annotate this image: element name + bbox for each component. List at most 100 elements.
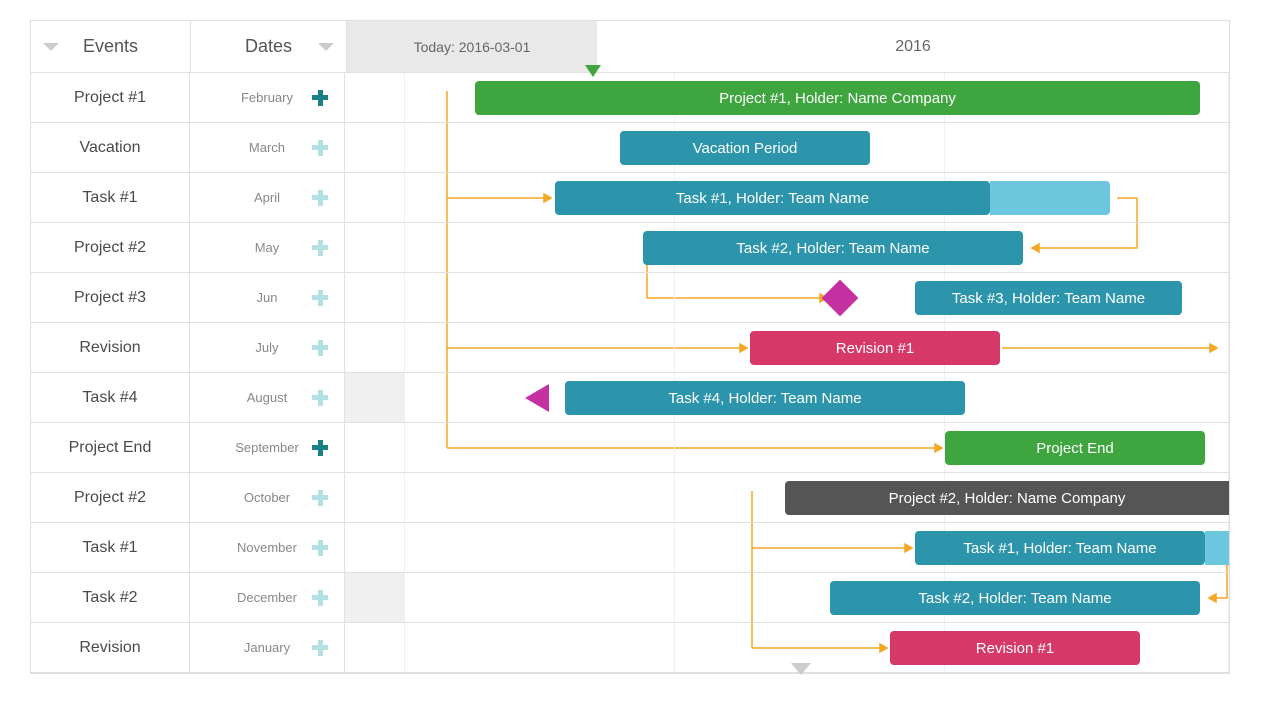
event-cell: Project #2 <box>31 473 190 522</box>
bar-task-1b[interactable]: Task #1, Holder: Team Name <box>915 531 1205 565</box>
gantt-row: Task #2 December Task #2, Holder: Team N… <box>31 573 1229 623</box>
date-cell: April <box>190 173 345 222</box>
date-label: Jun <box>257 290 278 305</box>
date-label: July <box>255 340 278 355</box>
header-events-label: Events <box>83 36 138 57</box>
gantt-row: Vacation March Vacation Period <box>31 123 1229 173</box>
date-label: October <box>244 490 290 505</box>
event-cell: Task #4 <box>31 373 190 422</box>
event-label: Task #1 <box>82 539 137 557</box>
bar-task-1b-ext[interactable] <box>1205 531 1229 565</box>
gantt-row: Project End September Project End <box>31 423 1229 473</box>
plus-icon[interactable] <box>312 90 328 106</box>
event-cell: Task #1 <box>31 523 190 572</box>
date-label: February <box>241 90 293 105</box>
event-cell: Task #2 <box>31 573 190 622</box>
plus-icon[interactable] <box>312 140 328 156</box>
plus-icon[interactable] <box>312 490 328 506</box>
bar-revision-1b[interactable]: Revision #1 <box>890 631 1140 665</box>
timeline-cell: Task #2, Holder: Team Name <box>345 573 1229 622</box>
event-cell: Vacation <box>31 123 190 172</box>
header-timeline: Today: 2016-03-01 2016 <box>347 21 1229 72</box>
date-cell: January <box>190 623 345 672</box>
event-cell: Revision <box>31 623 190 672</box>
date-cell: February <box>190 73 345 122</box>
event-cell: Task #1 <box>31 173 190 222</box>
date-label: August <box>247 390 287 405</box>
gantt-row: Task #1 April Task #1, Holder: Team Name <box>31 173 1229 223</box>
event-label: Project End <box>69 439 152 457</box>
date-cell: Jun <box>190 273 345 322</box>
gantt-row: Project #3 Jun Task #3, Holder: Team Nam… <box>31 273 1229 323</box>
gantt-row: Task #1 November Task #1, Holder: Team N… <box>31 523 1229 573</box>
triangle-left-icon[interactable] <box>525 384 549 412</box>
event-label: Project #1 <box>74 89 146 107</box>
gantt-row: Revision July Revision #1 <box>31 323 1229 373</box>
plus-icon[interactable] <box>312 290 328 306</box>
date-cell: December <box>190 573 345 622</box>
gantt-row: Task #4 August Task #4, Holder: Team Nam… <box>31 373 1229 423</box>
chevron-down-icon[interactable] <box>791 663 811 675</box>
date-label: December <box>237 590 297 605</box>
event-label: Task #1 <box>82 189 137 207</box>
event-cell: Project End <box>31 423 190 472</box>
date-label: May <box>255 240 280 255</box>
bar-task-4[interactable]: Task #4, Holder: Team Name <box>565 381 965 415</box>
bar-project-1[interactable]: Project #1, Holder: Name Company <box>475 81 1200 115</box>
bar-project-2b[interactable]: Project #2, Holder: Name Company <box>785 481 1229 515</box>
bar-vacation[interactable]: Vacation Period <box>620 131 870 165</box>
bar-task-2[interactable]: Task #2, Holder: Team Name <box>643 231 1023 265</box>
plus-icon[interactable] <box>312 240 328 256</box>
event-label: Revision <box>79 639 140 657</box>
plus-icon[interactable] <box>312 640 328 656</box>
date-cell: May <box>190 223 345 272</box>
date-label: March <box>249 140 285 155</box>
header-dates[interactable]: Dates <box>191 21 347 72</box>
bar-task-3[interactable]: Task #3, Holder: Team Name <box>915 281 1182 315</box>
chevron-down-icon[interactable] <box>318 43 334 51</box>
plus-icon[interactable] <box>312 440 328 456</box>
header-events[interactable]: Events <box>31 21 191 72</box>
date-cell: July <box>190 323 345 372</box>
bar-task-1[interactable]: Task #1, Holder: Team Name <box>555 181 990 215</box>
event-label: Project #2 <box>74 239 146 257</box>
timeline-cell: Project #1, Holder: Name Company <box>345 73 1229 122</box>
date-cell: November <box>190 523 345 572</box>
today-cell: Today: 2016-03-01 <box>347 21 597 72</box>
date-label: November <box>237 540 297 555</box>
chevron-down-icon[interactable] <box>43 43 59 51</box>
timeline-cell: Task #2, Holder: Team Name <box>345 223 1229 272</box>
date-label: April <box>254 190 280 205</box>
event-label: Task #2 <box>82 589 137 607</box>
timeline-cell: Task #4, Holder: Team Name <box>345 373 1229 422</box>
bar-revision-1[interactable]: Revision #1 <box>750 331 1000 365</box>
plus-icon[interactable] <box>312 540 328 556</box>
header-dates-label: Dates <box>245 36 292 57</box>
bar-task-2b[interactable]: Task #2, Holder: Team Name <box>830 581 1200 615</box>
timeline-cell: Vacation Period <box>345 123 1229 172</box>
timeline-cell: Task #1, Holder: Team Name <box>345 523 1229 572</box>
timeline-cell: Revision #1 <box>345 323 1229 372</box>
date-cell: September <box>190 423 345 472</box>
plus-icon[interactable] <box>312 340 328 356</box>
gantt-chart: Events Dates Today: 2016-03-01 2016 <box>30 20 1230 674</box>
header-row: Events Dates Today: 2016-03-01 2016 <box>31 21 1229 73</box>
date-label: January <box>244 640 290 655</box>
plus-icon[interactable] <box>312 190 328 206</box>
timeline-cell: Project End <box>345 423 1229 472</box>
gantt-row: Project #1 February Project #1, Holder: … <box>31 73 1229 123</box>
gantt-row: Project #2 October Project #2, Holder: N… <box>31 473 1229 523</box>
bar-task-1-ext[interactable] <box>990 181 1110 215</box>
event-cell: Revision <box>31 323 190 372</box>
gantt-row: Project #2 May Task #2, Holder: Team Nam… <box>31 223 1229 273</box>
timeline-cell: Revision #1 <box>345 623 1229 672</box>
event-cell: Project #3 <box>31 273 190 322</box>
event-label: Revision <box>79 339 140 357</box>
plus-icon[interactable] <box>312 590 328 606</box>
date-cell: October <box>190 473 345 522</box>
event-label: Project #3 <box>74 289 146 307</box>
plus-icon[interactable] <box>312 390 328 406</box>
timeline-cell: Project #2, Holder: Name Company <box>345 473 1229 522</box>
bar-project-end[interactable]: Project End <box>945 431 1205 465</box>
event-label: Project #2 <box>74 489 146 507</box>
